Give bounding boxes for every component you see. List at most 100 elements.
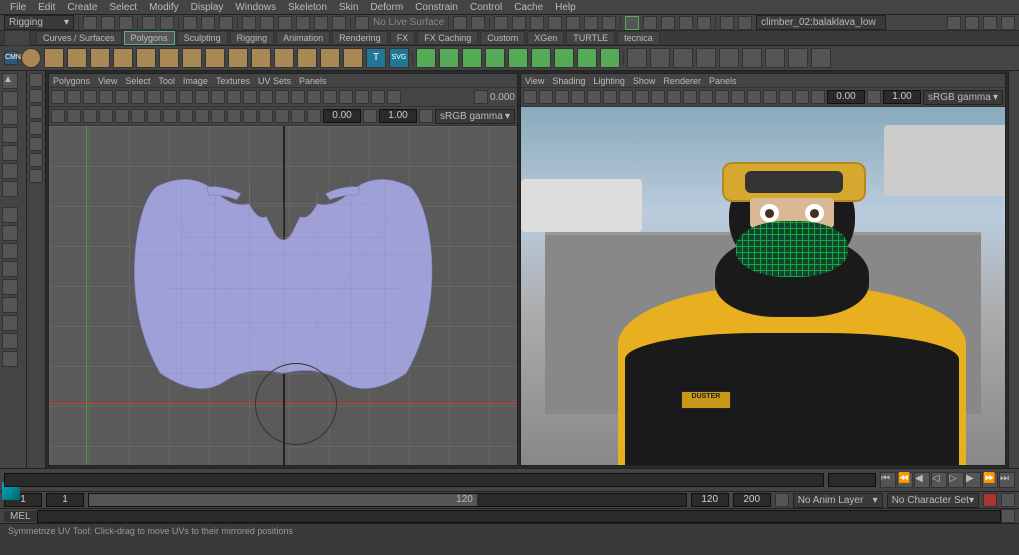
uv-tool-icon[interactable] — [83, 90, 97, 104]
uv-tool-icon[interactable] — [99, 90, 113, 104]
shelf-tab-rigging[interactable]: Rigging — [230, 31, 275, 45]
uv-tool-icon[interactable] — [195, 90, 209, 104]
poly-torus-icon[interactable] — [113, 48, 133, 68]
retopo-icon[interactable] — [719, 48, 739, 68]
sidebar-toggle-d-icon[interactable] — [1001, 16, 1015, 30]
lasso-icon[interactable] — [201, 16, 215, 30]
poly-superellipse-icon[interactable] — [343, 48, 363, 68]
uv-tool-icon[interactable] — [179, 90, 193, 104]
vp-tool-icon[interactable] — [603, 90, 617, 104]
uv-menu-view[interactable]: View — [98, 76, 117, 86]
boolean-icon[interactable] — [462, 48, 482, 68]
menu-control[interactable]: Control — [464, 2, 508, 13]
go-start-icon[interactable]: ⏮ — [880, 472, 896, 488]
render-view-icon[interactable] — [566, 16, 580, 30]
menu-display[interactable]: Display — [185, 2, 230, 13]
uv-tool-icon[interactable] — [115, 90, 129, 104]
autokey-icon[interactable] — [983, 493, 997, 507]
light-editor-icon[interactable] — [584, 16, 598, 30]
uv-tool-icon[interactable] — [147, 90, 161, 104]
shelf-tab-xgen[interactable]: XGen — [527, 31, 564, 45]
cmn-icon[interactable]: CMN — [4, 51, 18, 65]
paint-tool-icon[interactable] — [2, 109, 18, 125]
vp-tool-icon[interactable] — [635, 90, 649, 104]
redo-icon[interactable] — [160, 16, 174, 30]
vp-gamma-field[interactable]: 1.00 — [883, 90, 921, 104]
uv-tool-icon[interactable] — [147, 109, 161, 123]
bridge-icon[interactable] — [508, 48, 528, 68]
layout-b-icon[interactable] — [2, 261, 18, 277]
vp-menu-shading[interactable]: Shading — [552, 76, 585, 86]
save-scene-icon[interactable] — [119, 16, 133, 30]
channel-box-collapsed[interactable] — [1008, 71, 1019, 468]
go-end-icon[interactable]: ⏭ — [999, 472, 1015, 488]
workspace-mode-dropdown[interactable]: Rigging▾ — [4, 15, 74, 30]
ipr-icon[interactable] — [512, 16, 526, 30]
color-space-dropdown[interactable]: sRGB gamma▾ — [435, 109, 515, 124]
connect-icon[interactable] — [600, 48, 620, 68]
layout-f-icon[interactable] — [2, 333, 18, 349]
shelf-tab-rendering[interactable]: Rendering — [332, 31, 388, 45]
panel-layout-icon[interactable] — [602, 16, 616, 30]
vp-tool-icon[interactable] — [683, 90, 697, 104]
uv-tool-icon[interactable] — [99, 109, 113, 123]
step-back-key-icon[interactable]: ⏪ — [897, 472, 913, 488]
cleanup-icon[interactable] — [765, 48, 785, 68]
exposure-field[interactable]: 0.00 — [323, 109, 361, 123]
vp-tool-icon[interactable] — [587, 90, 601, 104]
shelf-menu-icon[interactable] — [4, 30, 30, 46]
menu-cache[interactable]: Cache — [508, 2, 549, 13]
uv-tool-icon[interactable] — [67, 109, 81, 123]
open-scene-icon[interactable] — [101, 16, 115, 30]
hypershade-icon[interactable] — [548, 16, 562, 30]
layer-c-icon[interactable] — [29, 105, 43, 119]
layer-a-icon[interactable] — [29, 73, 43, 87]
layer-b-icon[interactable] — [29, 89, 43, 103]
outliner-icon[interactable] — [2, 351, 18, 367]
vp-tool-icon[interactable] — [651, 90, 665, 104]
vp-tool-icon[interactable] — [779, 90, 793, 104]
layout-single-icon[interactable] — [2, 207, 18, 223]
sidebar-toggle-c-icon[interactable] — [983, 16, 997, 30]
uv-tool-icon[interactable] — [163, 109, 177, 123]
balaclava-wireframe[interactable] — [736, 221, 848, 277]
layer-g-icon[interactable] — [29, 169, 43, 183]
motionbuilder-icon[interactable] — [661, 16, 675, 30]
vp-tool-icon[interactable] — [699, 90, 713, 104]
character-set-dropdown[interactable]: No Character Set▾ — [887, 493, 979, 508]
play-forward-icon[interactable]: ▷ — [948, 472, 964, 488]
uv-tool-icon[interactable] — [243, 109, 257, 123]
vp-tool-icon[interactable] — [795, 90, 809, 104]
vp-tool-icon[interactable] — [667, 90, 681, 104]
rotate-tool-icon[interactable] — [2, 145, 18, 161]
uv-tool-icon[interactable] — [131, 109, 145, 123]
uv-tool-icon[interactable] — [195, 109, 209, 123]
layer-d-icon[interactable] — [29, 121, 43, 135]
layout-four-icon[interactable] — [2, 225, 18, 241]
vp-tool-icon[interactable] — [619, 90, 633, 104]
menu-help[interactable]: Help — [549, 2, 582, 13]
uv-tool-icon[interactable] — [163, 90, 177, 104]
uv-tool-icon[interactable] — [275, 90, 289, 104]
poly-plane-icon[interactable] — [136, 48, 156, 68]
prefs-icon[interactable] — [1001, 493, 1015, 507]
script-lang-label[interactable]: MEL — [4, 511, 37, 522]
flow-icon[interactable] — [679, 16, 693, 30]
poly-helix-icon[interactable] — [274, 48, 294, 68]
uv-menu-select[interactable]: Select — [125, 76, 150, 86]
uv-tool-icon[interactable] — [51, 90, 65, 104]
poly-cone-icon[interactable] — [90, 48, 110, 68]
exposure-icon[interactable] — [307, 109, 321, 123]
step-back-icon[interactable]: ◀ — [914, 472, 930, 488]
menu-constrain[interactable]: Constrain — [409, 2, 464, 13]
poly-soccer-icon[interactable] — [320, 48, 340, 68]
uv-tool-icon[interactable] — [211, 90, 225, 104]
sidebar-toggle-b-icon[interactable] — [965, 16, 979, 30]
target-weld-icon[interactable] — [577, 48, 597, 68]
poly-sphere-icon[interactable] — [21, 48, 41, 68]
scale-tool-icon[interactable] — [2, 163, 18, 179]
menu-modify[interactable]: Modify — [143, 2, 184, 13]
current-time-field[interactable] — [828, 473, 876, 487]
uv-tool-icon[interactable] — [67, 90, 81, 104]
vp-tool-icon[interactable] — [747, 90, 761, 104]
